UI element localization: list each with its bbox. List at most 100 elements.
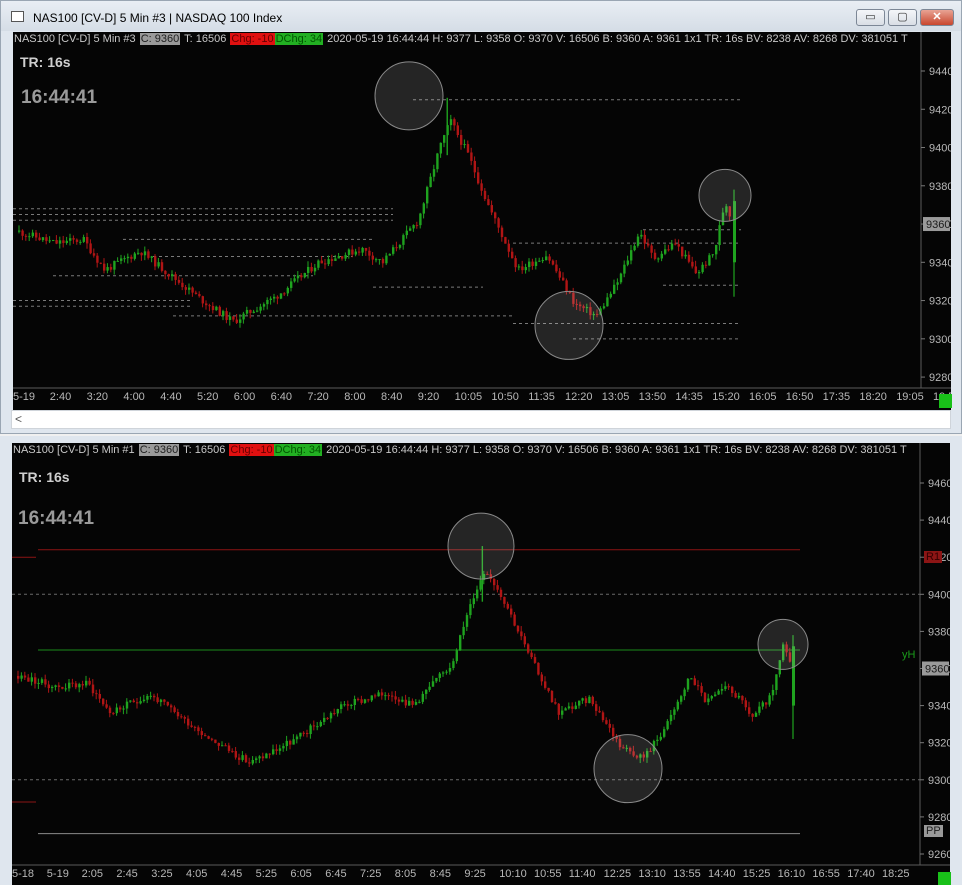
time-tick-label: 6:40 <box>271 391 292 403</box>
candle-body <box>462 626 465 636</box>
candle-body <box>215 306 218 311</box>
candle-body <box>102 698 105 705</box>
candle-body <box>85 680 88 686</box>
chart-canvas-top[interactable]: 9440942094009380936093409320930092809360… <box>13 32 951 410</box>
candle-body <box>707 698 710 703</box>
candle-body <box>78 684 81 688</box>
yh-level-tag: yH <box>902 649 916 661</box>
time-remaining-label: TR: 16s <box>20 54 71 70</box>
candle-body <box>79 241 82 243</box>
candle-body <box>27 677 30 682</box>
time-tick-label: 11:40 <box>569 868 596 880</box>
candle-body <box>299 732 302 737</box>
candle-body <box>92 253 96 256</box>
candle-body <box>132 700 135 703</box>
candle-body <box>256 310 259 312</box>
candle-body <box>544 681 547 688</box>
candle-body <box>601 712 605 721</box>
candle-body <box>459 635 462 651</box>
time-tick-label: 6:05 <box>290 868 311 880</box>
status-indicator <box>938 872 951 885</box>
scroll-left-arrow-icon[interactable]: < <box>15 412 22 426</box>
info-change: Chg: -10 <box>229 444 274 456</box>
pp-level-tag: PP <box>924 825 943 837</box>
candle-body <box>761 702 764 707</box>
candle-body <box>34 677 37 684</box>
candle-body <box>409 228 412 231</box>
candle-body <box>159 699 163 703</box>
info-close-price: C: 9360 <box>138 444 180 456</box>
candle-body <box>530 652 533 658</box>
candle-body <box>30 677 33 682</box>
time-tick-label: 14:40 <box>708 868 736 880</box>
candle-body <box>35 232 38 238</box>
candle-body <box>775 674 778 690</box>
candle-body <box>497 218 500 228</box>
horizontal-scrollbar[interactable]: < <box>11 410 951 429</box>
candle-body <box>415 225 419 227</box>
minimize-button[interactable]: ▭ <box>856 9 885 26</box>
candle-body <box>540 674 543 682</box>
candle-body <box>619 273 623 283</box>
candle-body <box>167 274 170 277</box>
candle-body <box>558 271 561 278</box>
candle-body <box>317 260 320 268</box>
candle-body <box>677 244 680 247</box>
candle-body <box>282 746 285 749</box>
candle-body <box>346 704 350 706</box>
price-chart-bottom[interactable]: 9460944094209400938093609340932093009280… <box>12 443 950 885</box>
candle-body <box>156 697 159 703</box>
candle-body <box>255 758 258 760</box>
window-titlebar[interactable]: NAS100 [CV-D] 5 Min #3 | NASDAQ 100 Inde… <box>1 1 961 31</box>
candle-body <box>344 254 347 259</box>
candle-body <box>653 252 657 259</box>
info-ticks: T: 16506 <box>180 444 229 456</box>
time-tick-label: 6:00 <box>234 391 255 403</box>
candle-body <box>647 243 650 246</box>
maximize-button[interactable]: ▢ <box>888 9 917 26</box>
candle-body <box>197 727 200 732</box>
highlight-circle <box>698 168 752 222</box>
candle-body <box>341 256 344 259</box>
candle-body <box>177 279 181 283</box>
price-chart-top[interactable]: 9440942094009380936093409320930092809360… <box>13 32 951 410</box>
info-symbol: NAS100 [CV-D] 5 Min #1 <box>13 444 138 456</box>
candle-body <box>296 275 300 279</box>
chart-canvas-bottom[interactable]: 9460944094209400938093609340932093009280… <box>12 443 950 885</box>
time-tick-label: 2:40 <box>50 391 71 403</box>
candle-body <box>41 237 45 241</box>
candle-body <box>312 725 316 727</box>
candle-body <box>275 749 278 751</box>
candle-body <box>293 278 296 282</box>
candle-body <box>231 750 234 752</box>
candle-body <box>364 247 368 251</box>
candle-body <box>353 698 356 706</box>
price-tick-label: 9280 <box>929 372 951 384</box>
candle-body <box>418 701 421 703</box>
candle-body <box>86 237 89 244</box>
close-button[interactable]: ✕ <box>920 9 954 26</box>
candle-body <box>337 256 340 259</box>
candle-body <box>126 256 130 259</box>
candle-body <box>630 250 633 261</box>
candle-body <box>708 255 711 266</box>
candle-body <box>113 261 116 270</box>
candle-body <box>194 292 198 295</box>
candle-body <box>557 703 560 715</box>
candle-body <box>643 234 646 244</box>
candle-body <box>333 713 336 715</box>
time-tick-label: 17:40 <box>847 868 875 880</box>
candle-body <box>401 699 404 702</box>
candle-body <box>666 721 669 730</box>
candle-body <box>136 702 139 704</box>
time-tick-label: 10:55 <box>534 868 562 880</box>
candle-body <box>88 680 91 685</box>
highlight-circle <box>447 512 515 580</box>
candle-body <box>748 707 751 714</box>
candle-body <box>191 287 194 293</box>
candle-body <box>72 238 75 240</box>
candle-body <box>20 675 23 679</box>
candle-body <box>609 293 612 298</box>
time-tick-label: 15:20 <box>712 391 740 403</box>
candle-body <box>514 258 517 268</box>
